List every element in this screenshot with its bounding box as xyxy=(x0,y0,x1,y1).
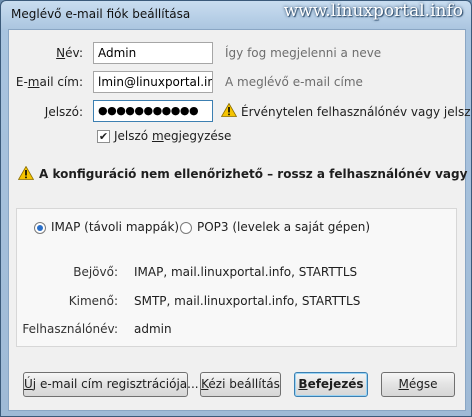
email-input[interactable]: lmin@linuxportal.info xyxy=(93,71,213,93)
pop3-label[interactable]: POP3 (levelek a saját gépen) xyxy=(197,220,370,234)
dialog-body: Név: Admin Így fog megjelenni a neve E-m… xyxy=(8,29,471,411)
outgoing-label: Kimenő: xyxy=(68,294,118,308)
outgoing-value: SMTP, mail.linuxportal.info, STARTTLS xyxy=(134,294,361,308)
title-bar[interactable]: Meglévő e-mail fiók beállítása www.linux… xyxy=(1,1,471,29)
finish-button[interactable]: Befejezés xyxy=(294,372,368,397)
window-title: Meglévő e-mail fiók beállítása xyxy=(11,7,191,21)
imap-radio[interactable] xyxy=(34,222,46,234)
name-input[interactable]: Admin xyxy=(93,42,213,64)
password-input[interactable]: ●●●●●●●●●●● xyxy=(93,100,213,122)
cancel-button[interactable]: Mégse xyxy=(381,372,455,397)
email-hint: A meglévő e-mail címe xyxy=(225,75,363,89)
password-warning: Érvénytelen felhasználónév vagy jelszó xyxy=(241,105,472,119)
name-label: Név: xyxy=(56,46,83,60)
server-settings-panel: IMAP (távoli mappák) POP3 (levelek a saj… xyxy=(16,208,457,347)
register-new-email-button[interactable]: Új e-mail cím regisztrációja... xyxy=(23,372,199,397)
warning-icon xyxy=(221,103,237,117)
incoming-label: Bejövő: xyxy=(73,265,118,279)
username-value: admin xyxy=(134,322,172,336)
remember-password-checkbox[interactable]: ✔ xyxy=(97,130,110,143)
account-setup-dialog: Meglévő e-mail fiók beállítása www.linux… xyxy=(0,0,472,417)
imap-label[interactable]: IMAP (távoli mappák) xyxy=(51,220,179,234)
name-hint: Így fog megjelenni a neve xyxy=(225,46,382,60)
warning-icon xyxy=(18,166,34,180)
password-label: Jelszó: xyxy=(44,105,83,119)
pop3-radio[interactable] xyxy=(180,222,192,234)
incoming-value: IMAP, mail.linuxportal.info, STARTTLS xyxy=(134,265,358,279)
manual-setup-button[interactable]: Kézi beállítás xyxy=(200,372,281,397)
username-label: Felhasználónév: xyxy=(22,322,118,336)
watermark-text: www.linuxportal.info xyxy=(283,1,463,21)
email-label: E-mail cím: xyxy=(15,75,83,89)
remember-password-label: Jelszó megjegyzése xyxy=(114,129,232,143)
config-warning-text: A konfiguráció nem ellenőrizhető – rossz… xyxy=(39,167,471,181)
